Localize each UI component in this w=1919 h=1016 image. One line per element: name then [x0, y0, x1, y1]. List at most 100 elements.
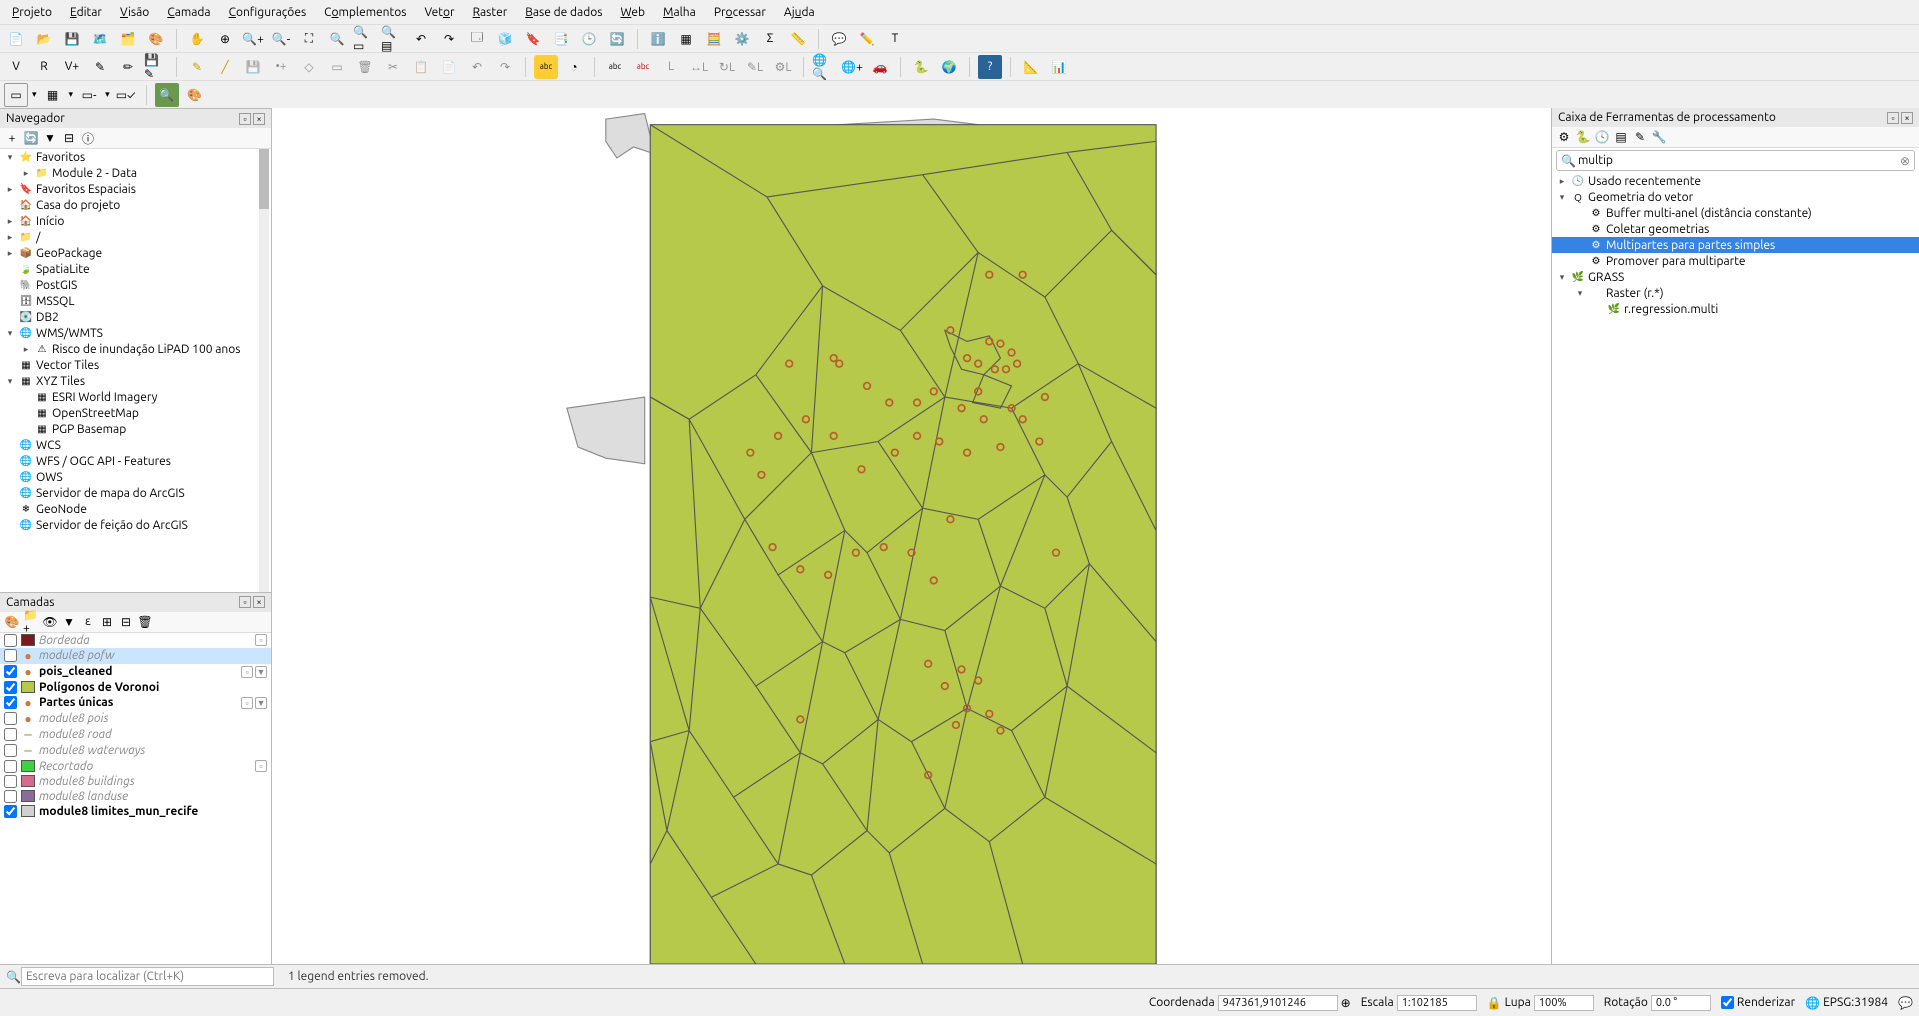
filter-icon[interactable]: ▼: [42, 130, 58, 146]
script-icon[interactable]: 🐍: [1575, 129, 1591, 145]
model-icon[interactable]: ⚙: [1556, 129, 1572, 145]
tree-item[interactable]: ▾▦XYZ Tiles: [0, 373, 271, 389]
layer-item[interactable]: Recortado▫: [0, 759, 271, 774]
map-canvas[interactable]: [272, 108, 1551, 964]
metasearch-icon[interactable]: 🌐🔍: [812, 55, 836, 79]
processing-tree-item[interactable]: ⚙Promover para multiparte: [1552, 253, 1919, 269]
label-pin-icon[interactable]: abc: [631, 55, 655, 79]
layer-visibility-checkbox[interactable]: [4, 805, 17, 818]
processing-search-input[interactable]: [1576, 152, 1900, 169]
layer-visibility-checkbox[interactable]: [4, 696, 17, 709]
tree-item[interactable]: ▸📁/: [0, 229, 271, 245]
processing-tree-item[interactable]: ▸🕓Usado recentemente: [1552, 173, 1919, 189]
menu-configurações[interactable]: Configurações: [221, 4, 315, 21]
style-icon[interactable]: 🎨: [4, 614, 20, 630]
tree-item[interactable]: 🌐WCS: [0, 437, 271, 453]
processing-toolbox-icon[interactable]: ⚙️: [730, 27, 754, 51]
modify-attrs-icon[interactable]: ▭: [325, 55, 349, 79]
pencil-icon[interactable]: ✎: [185, 55, 209, 79]
tree-item[interactable]: ▸🏠Início: [0, 213, 271, 229]
scrollbar-thumb[interactable]: [259, 149, 269, 209]
add-feature-icon[interactable]: ╱: [213, 55, 237, 79]
label-show-icon[interactable]: L: [659, 55, 683, 79]
render-checkbox[interactable]: [1721, 996, 1734, 1009]
web-icon[interactable]: 🌍: [937, 55, 961, 79]
measure-icon[interactable]: 📏: [786, 27, 810, 51]
add-layer-icon[interactable]: +: [4, 130, 20, 146]
layer-visibility-checkbox[interactable]: [4, 728, 17, 741]
annotation-icon[interactable]: ✏️: [855, 27, 879, 51]
collapse-all-icon[interactable]: ⊟: [118, 614, 134, 630]
clear-icon[interactable]: ⊗: [1900, 154, 1910, 168]
dropdown-arrow-icon[interactable]: ▾: [32, 89, 37, 100]
menu-raster[interactable]: Raster: [465, 4, 516, 21]
processing-tree-item[interactable]: ⚙Coletar geometrias: [1552, 221, 1919, 237]
save-layer-edits-icon[interactable]: 💾✎: [144, 55, 168, 79]
label-move-icon[interactable]: ↔L: [687, 55, 711, 79]
expression-filter-icon[interactable]: ε: [80, 614, 96, 630]
zoom-next-icon[interactable]: ↷: [437, 27, 461, 51]
layer-visibility-checkbox[interactable]: [4, 712, 17, 725]
coord-input[interactable]: [1218, 995, 1338, 1011]
processing-tree-item[interactable]: ⚙Buffer multi-anel (distância constante): [1552, 205, 1919, 221]
save-icon[interactable]: 💾: [60, 27, 84, 51]
menu-malha[interactable]: Malha: [655, 4, 704, 21]
processing-search[interactable]: 🔍 ⊗: [1556, 150, 1915, 171]
pan-icon[interactable]: ✋: [185, 27, 209, 51]
plugin-1-icon[interactable]: 📐: [1019, 55, 1043, 79]
processing-tree-item[interactable]: ⚙Multipartes para partes simples: [1552, 237, 1919, 253]
processing-tree-item[interactable]: ▾QGeometria do vetor: [1552, 189, 1919, 205]
add-group-icon[interactable]: 📁+: [23, 614, 39, 630]
layer-item[interactable]: ●pois_cleaned▫▼: [0, 664, 271, 680]
tree-item[interactable]: ▸⚠Risco de inundação LiPAD 100 anos: [0, 341, 271, 357]
scrollbar[interactable]: [259, 149, 269, 592]
osm-icon[interactable]: 🚗: [868, 55, 892, 79]
paste-icon[interactable]: 📄: [437, 55, 461, 79]
attributes-table-icon[interactable]: ▦: [674, 27, 698, 51]
tree-item[interactable]: 🐘PostGIS: [0, 277, 271, 293]
layer-item[interactable]: module8 limites_mun_recife: [0, 804, 271, 819]
deselect-icon[interactable]: ▭-: [77, 83, 101, 107]
zoom-last-icon[interactable]: ↶: [409, 27, 433, 51]
undock-icon[interactable]: ▫: [1887, 112, 1899, 124]
layer-visibility-checkbox[interactable]: [4, 775, 17, 788]
current-edits-icon[interactable]: ✎: [88, 55, 112, 79]
menu-base de dados[interactable]: Base de dados: [517, 4, 610, 21]
open-project-icon[interactable]: 📂: [32, 27, 56, 51]
layer-item[interactable]: Bordeada▫: [0, 633, 271, 648]
tree-item[interactable]: 🌐WFS / OGC API - Features: [0, 453, 271, 469]
layer-visibility-checkbox[interactable]: [4, 634, 17, 647]
menu-web[interactable]: Web: [612, 4, 653, 21]
tree-item[interactable]: 🍃SpatiaLite: [0, 261, 271, 277]
tree-item[interactable]: ❄GeoNode: [0, 501, 271, 517]
select-features-icon[interactable]: ▭: [4, 83, 28, 107]
delete-selected-icon[interactable]: 🗑: [353, 55, 377, 79]
zoom-in-icon[interactable]: 🔍+: [241, 27, 265, 51]
tree-item[interactable]: ▾⭐Favoritos: [0, 149, 271, 165]
tree-item[interactable]: 🗄MSSQL: [0, 293, 271, 309]
menu-complementos[interactable]: Complementos: [316, 4, 414, 21]
scale-input[interactable]: [1397, 995, 1477, 1011]
messages-icon[interactable]: 💬: [1898, 996, 1913, 1010]
show-bookmarks-icon[interactable]: 📑: [549, 27, 573, 51]
manage-visibility-icon[interactable]: 👁: [42, 614, 58, 630]
zoom-out-icon[interactable]: 🔍-: [269, 27, 293, 51]
locator-input[interactable]: [21, 967, 274, 986]
new-print-layout-icon[interactable]: 🗺️: [88, 27, 112, 51]
select-by-value-icon[interactable]: ▦: [41, 83, 65, 107]
layer-visibility-checkbox[interactable]: [4, 760, 17, 773]
tree-item[interactable]: 💽DB2: [0, 309, 271, 325]
menu-editar[interactable]: Editar: [62, 4, 110, 21]
toggle-editing-icon[interactable]: ✏: [116, 55, 140, 79]
plugin-2-icon[interactable]: 📊: [1047, 55, 1071, 79]
add-raster-icon[interactable]: R: [32, 55, 56, 79]
processing-tree-item[interactable]: 🌿r.regression.multi: [1552, 301, 1919, 317]
label-highlight-icon[interactable]: abc: [603, 55, 627, 79]
undock-icon[interactable]: ▫: [239, 596, 251, 608]
layer-visibility-checkbox[interactable]: [4, 649, 17, 662]
layer-visibility-checkbox[interactable]: [4, 665, 17, 678]
dropdown-arrow-icon[interactable]: ▾: [105, 89, 110, 100]
processing-tree-item[interactable]: ▾Raster (r.*): [1552, 285, 1919, 301]
tree-item[interactable]: 🌐Servidor de mapa do ArcGIS: [0, 485, 271, 501]
python-console-icon[interactable]: 🐍: [909, 55, 933, 79]
